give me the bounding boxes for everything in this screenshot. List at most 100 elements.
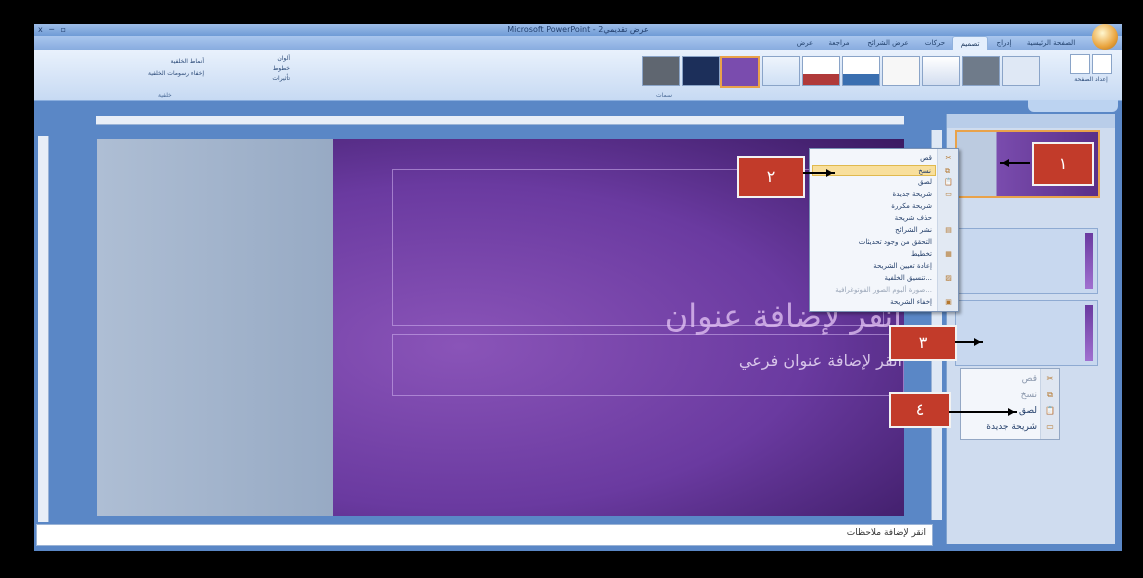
menu-item-duplicate-slide[interactable]: شريحة مكررة xyxy=(812,201,936,212)
menu-label: لصق xyxy=(917,178,932,186)
slide-orientation-icon[interactable] xyxy=(1091,54,1112,74)
theme-thumb[interactable] xyxy=(1002,56,1040,86)
menu-item-reset-slide[interactable]: إعادة تعيين الشريحة xyxy=(812,261,936,272)
theme-thumb[interactable] xyxy=(642,56,680,86)
tab-view[interactable]: عرض xyxy=(792,36,818,50)
tab-insert[interactable]: إدراج xyxy=(990,36,1018,50)
menu-label: تنسيق الخلفية... xyxy=(884,274,933,282)
menu-label: صورة ألبوم الصور الفوتوغرافية... xyxy=(835,286,932,294)
horizontal-ruler xyxy=(96,116,904,125)
menu-item-hide-slide[interactable]: إخفاء الشريحة ▣ xyxy=(812,297,952,308)
theme-thumb-selected[interactable] xyxy=(720,56,760,88)
slide-left-panel xyxy=(97,139,333,516)
effects-button[interactable]: تأثيرات xyxy=(230,74,290,84)
notes-placeholder: انقر لإضافة ملاحظات xyxy=(846,528,926,538)
menu-label: نسخ xyxy=(918,167,931,175)
slide-subtitle-placeholder[interactable]: انقر لإضافة عنوان فرعي xyxy=(397,351,902,370)
annotation-arrow-3 xyxy=(955,338,983,346)
theme-thumb[interactable] xyxy=(882,56,920,86)
quick-access-toolbar[interactable] xyxy=(1028,100,1118,112)
tab-animations[interactable]: حركات xyxy=(918,36,952,50)
theme-thumb[interactable] xyxy=(842,56,880,86)
menu-item-check-updates[interactable]: التحقق من وجود تحديثات xyxy=(812,237,936,248)
office-button[interactable] xyxy=(1092,24,1118,50)
mini-menu-new-slide[interactable]: شريحة جديدة ▭ xyxy=(961,419,1059,435)
page-setup-icon[interactable] xyxy=(1070,54,1091,74)
theme-options: ألوان خطوط تأثيرات xyxy=(230,54,290,84)
annotation-box-4: ٤ xyxy=(889,392,951,428)
theme-thumb[interactable] xyxy=(682,56,720,86)
title-bar: x ─ ▫ Microsoft PowerPoint - عرض تقديمي2 xyxy=(34,24,1122,36)
annotation-arrow-4 xyxy=(949,408,1017,416)
hide-background-checkbox[interactable]: إخفاء رسومات الخلفية xyxy=(104,68,204,80)
menu-label: شريحة جديدة xyxy=(892,190,932,198)
background-group-label: خلفية xyxy=(158,92,172,99)
paste-icon: 📋 xyxy=(944,178,953,186)
menu-label: قص xyxy=(920,154,932,162)
new-slide-icon: ▭ xyxy=(945,190,952,198)
mini-menu-label: لصق xyxy=(1018,406,1037,416)
ribbon-tabs: الصفحة الرئيسية إدراج تصميم حركات عرض ال… xyxy=(34,36,1122,51)
menu-item-photo-album: صورة ألبوم الصور الفوتوغرافية... xyxy=(812,285,936,296)
theme-thumb[interactable] xyxy=(922,56,960,86)
vertical-ruler xyxy=(38,136,49,522)
new-slide-icon: ▭ xyxy=(1046,422,1054,431)
layout-icon: ▦ xyxy=(945,250,952,258)
theme-thumb[interactable] xyxy=(962,56,1000,86)
menu-item-cut[interactable]: قص ✂ xyxy=(812,153,951,164)
mini-context-menu: قص ✂ نسخ ⧉ لصق 📋 شريحة جديدة ▭ xyxy=(960,368,1060,440)
menu-label: شريحة مكررة xyxy=(891,202,932,210)
menu-label: حذف شريحة xyxy=(894,214,932,222)
mini-menu-cut[interactable]: قص ✂ xyxy=(961,371,1059,387)
page-setup-group: إعداد الصفحة xyxy=(1064,54,1118,90)
slide-thumbnail-2[interactable] xyxy=(955,228,1098,294)
menu-item-new-slide[interactable]: شريحة جديدة ▭ xyxy=(812,189,952,200)
scissors-icon: ✂ xyxy=(1046,374,1054,383)
tab-home[interactable]: الصفحة الرئيسية xyxy=(1020,36,1082,50)
mini-menu-label: قص xyxy=(1021,374,1037,384)
fonts-button[interactable]: خطوط xyxy=(230,64,290,74)
menu-item-layout[interactable]: تخطيط ▦ xyxy=(812,249,952,260)
theme-thumb[interactable] xyxy=(762,56,800,86)
mini-menu-label: نسخ xyxy=(1020,390,1037,400)
publish-icon: ▤ xyxy=(945,226,952,234)
slides-pane-tabs[interactable] xyxy=(947,114,1115,128)
notes-pane[interactable]: انقر لإضافة ملاحظات xyxy=(36,524,933,546)
menu-item-delete-slide[interactable]: حذف شريحة xyxy=(812,213,936,224)
mini-menu-label: شريحة جديدة xyxy=(986,422,1037,432)
menu-item-format-background[interactable]: تنسيق الخلفية... ▨ xyxy=(812,273,952,284)
menu-label: إخفاء الشريحة xyxy=(890,298,932,306)
paste-icon: 📋 xyxy=(1045,406,1055,415)
menu-label: إعادة تعيين الشريحة xyxy=(873,262,932,270)
hide-slide-icon: ▣ xyxy=(945,298,952,306)
ribbon: إعداد الصفحة سمات ألوان خطوط تأثيرات أنم… xyxy=(34,50,1122,101)
tab-slideshow[interactable]: عرض الشرائح xyxy=(860,36,916,50)
tab-review[interactable]: مراجعة xyxy=(820,36,858,50)
powerpoint-window: x ─ ▫ Microsoft PowerPoint - عرض تقديمي2… xyxy=(34,24,1122,551)
annotation-arrow-2 xyxy=(803,169,835,177)
format-background-icon: ▨ xyxy=(945,274,952,282)
theme-thumb[interactable] xyxy=(802,56,840,86)
background-options: أنماط الخلفية إخفاء رسومات الخلفية xyxy=(104,56,204,80)
thumb-bar xyxy=(1085,305,1093,361)
themes-group-label: سمات xyxy=(656,92,672,99)
annotation-arrow-1 xyxy=(1000,159,1030,167)
menu-label: التحقق من وجود تحديثات xyxy=(858,238,932,246)
page-setup-label: إعداد الصفحة xyxy=(1074,76,1108,83)
copy-icon: ⧉ xyxy=(945,167,950,175)
tab-design[interactable]: تصميم xyxy=(952,36,988,51)
mini-menu-copy[interactable]: نسخ ⧉ xyxy=(961,387,1059,403)
copy-icon: ⧉ xyxy=(1047,390,1053,399)
background-styles-button[interactable]: أنماط الخلفية xyxy=(104,56,204,68)
annotation-box-3: ٣ xyxy=(889,325,957,361)
window-title: Microsoft PowerPoint - عرض تقديمي2 xyxy=(507,25,649,34)
annotation-box-2: ٢ xyxy=(737,156,805,198)
annotation-box-1: ١ xyxy=(1032,142,1094,186)
scissors-icon: ✂ xyxy=(945,154,952,162)
menu-item-publish-slides[interactable]: نشر الشرائح ▤ xyxy=(812,225,952,236)
slide-thumbnail-3[interactable] xyxy=(955,300,1098,366)
menu-label: نشر الشرائح xyxy=(895,226,932,234)
colors-button[interactable]: ألوان xyxy=(230,54,290,64)
menu-item-paste[interactable]: لصق 📋 xyxy=(812,177,953,188)
thumb-bar xyxy=(1085,233,1093,289)
